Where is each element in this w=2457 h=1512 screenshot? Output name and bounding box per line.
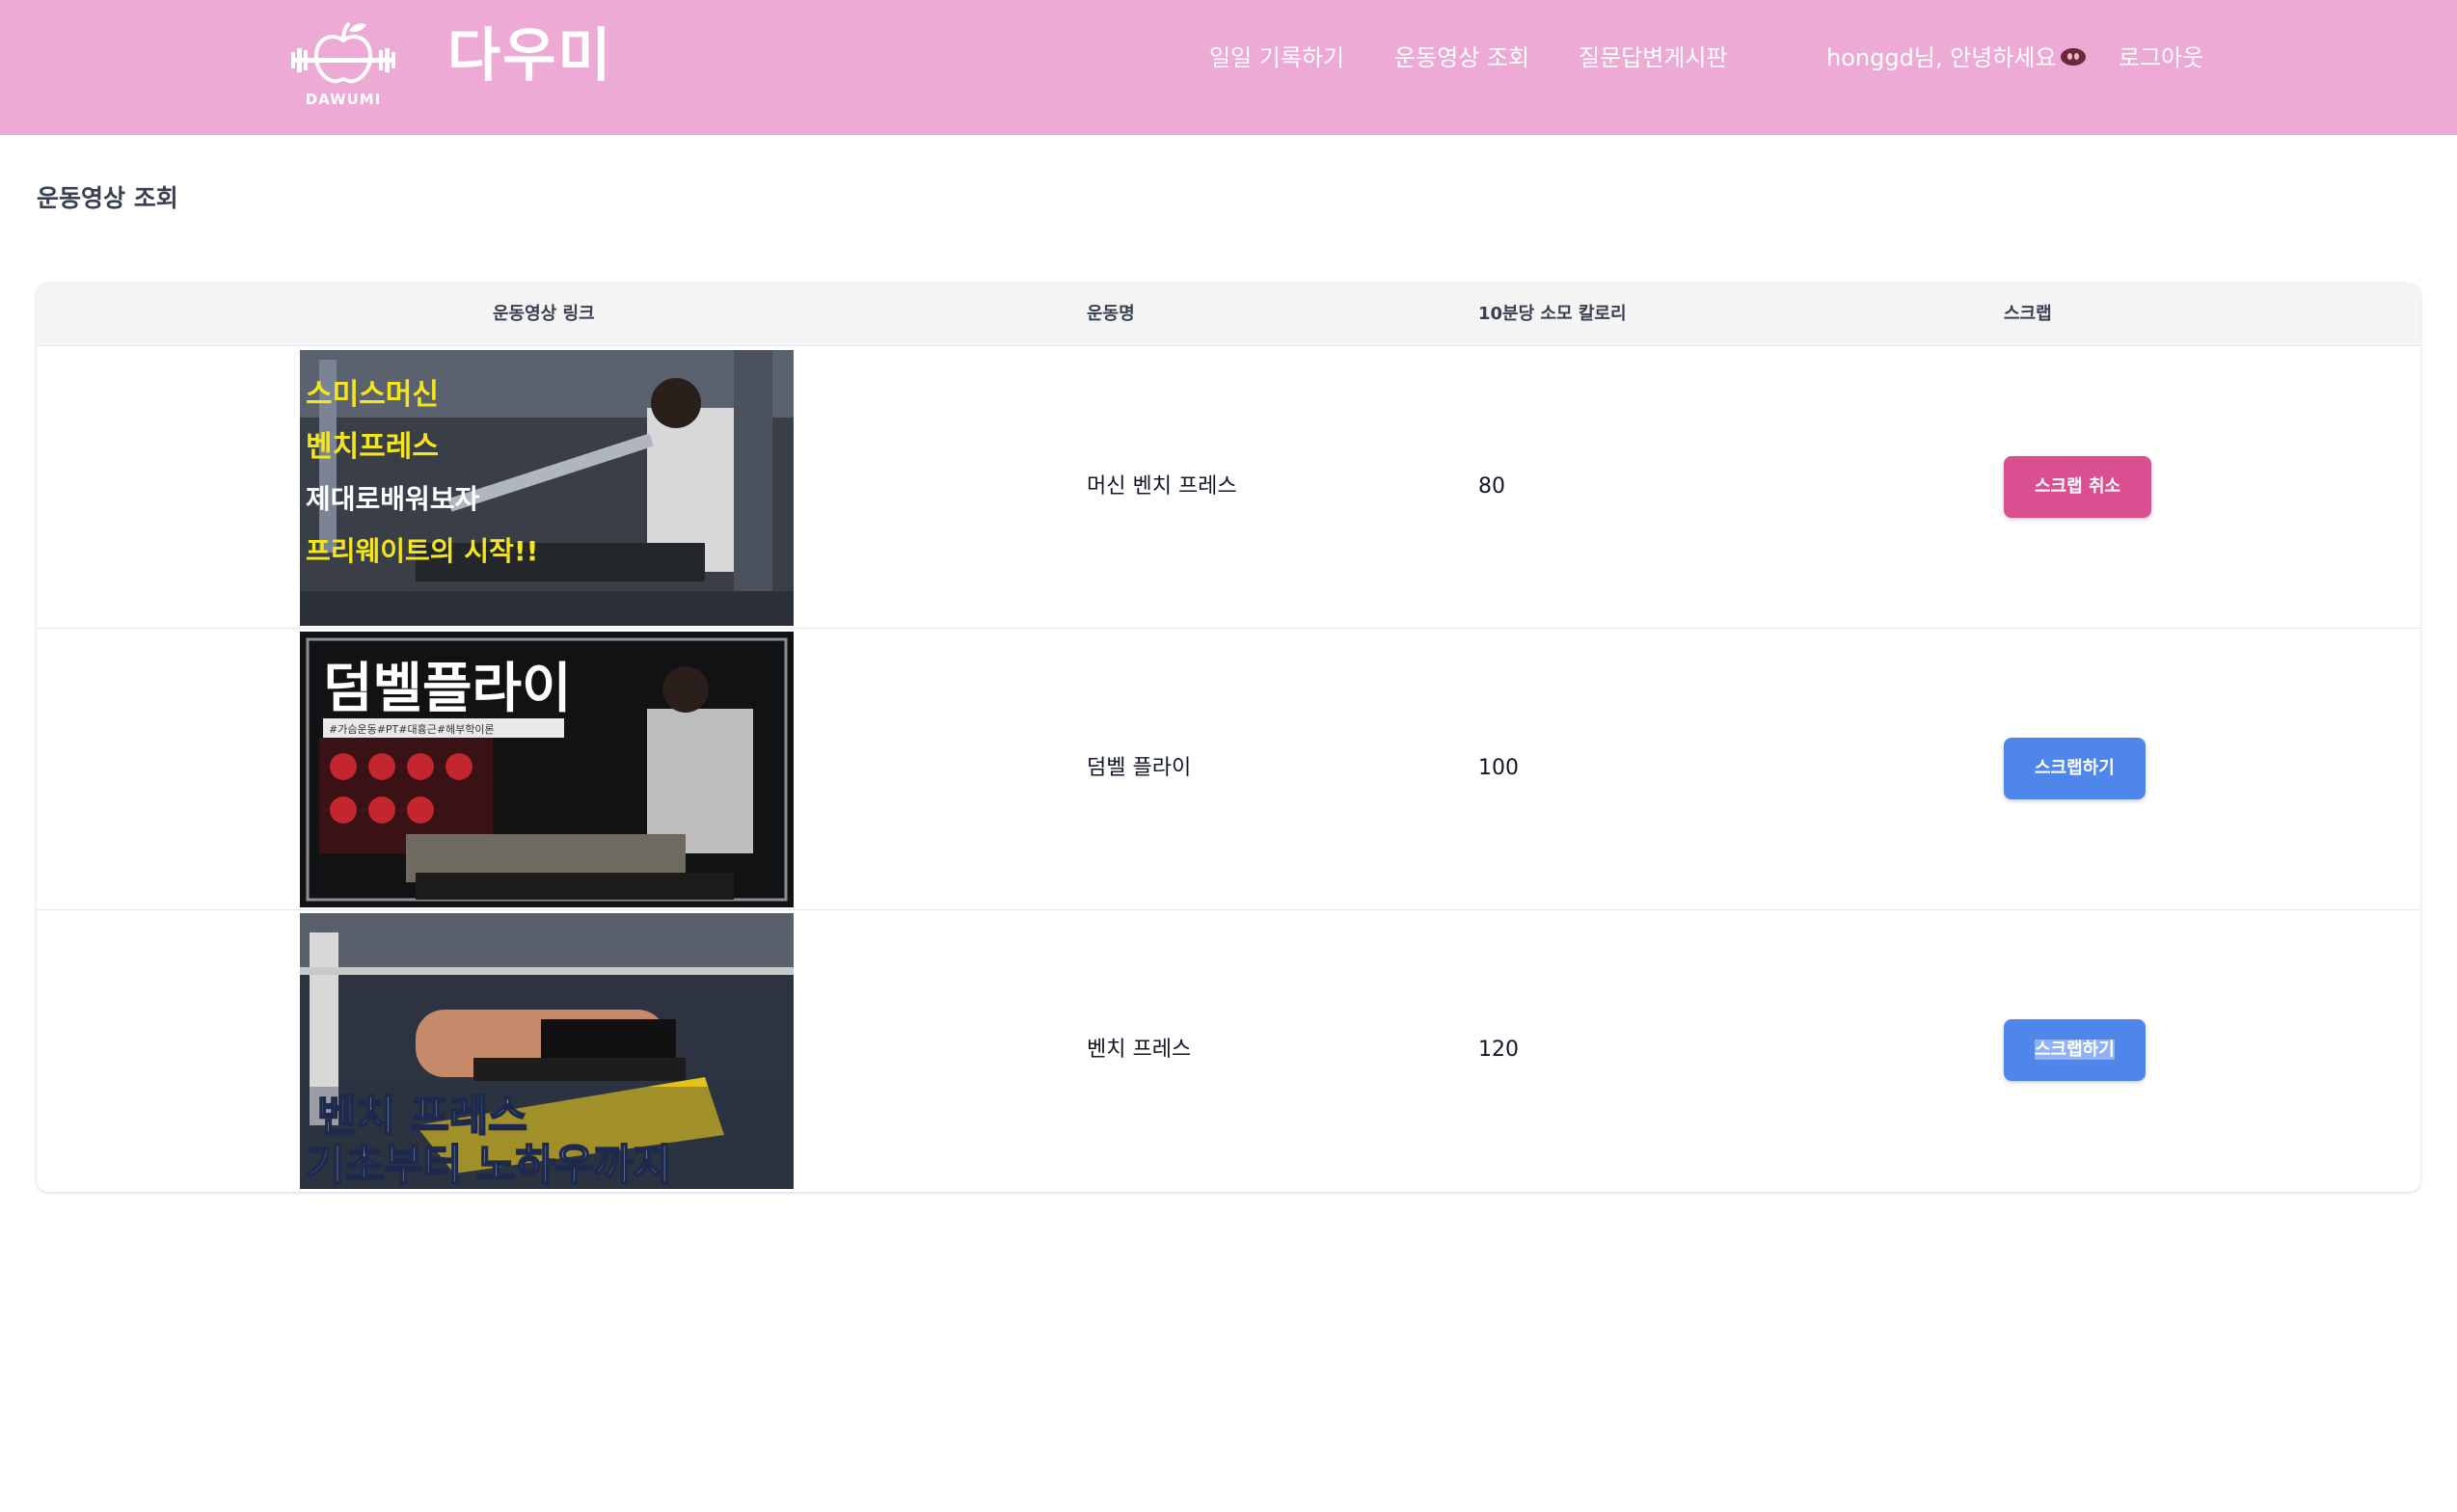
calories-value: 120	[1478, 1038, 1519, 1062]
thumbnail-line: 벤치프레스	[306, 430, 439, 464]
column-scrap: 스크랩	[2004, 304, 2052, 324]
calories-value: 100	[1478, 756, 1519, 780]
exercise-name: 머신 벤치 프레스	[1087, 474, 1237, 499]
column-calories: 10분당 소모 칼로리	[1478, 304, 1627, 324]
video-thumbnail-image: 벤치 프레스 기초부터 노하우까지	[300, 913, 794, 1189]
user-greeting: honggd님, 안녕하세요	[1826, 39, 2086, 77]
top-navbar: DAWUMI 다우미 일일 기록하기 운동영상 조회 질문답변게시판 hongg…	[0, 0, 2457, 135]
thumbnail-line: 벤치 프레스	[317, 1092, 527, 1141]
video-thumbnail-link[interactable]: 스미스머신 벤치프레스 제대로배워보자 프리웨이트의 시작!!	[300, 350, 794, 626]
table-row: 벤치 프레스 기초부터 노하우까지 벤치 프레스 120 스크랩하기	[37, 909, 2420, 1191]
video-thumbnail-image: 덤벨플라이 #가슴운동#PT#대흉근#헤부학이론	[300, 632, 794, 907]
nav-video-browse[interactable]: 운동영상 조회	[1394, 39, 1529, 77]
thumbnail-line: 프리웨이트의 시작!!	[306, 535, 538, 567]
table-row: 덤벨플라이 #가슴운동#PT#대흉근#헤부학이론 덤벨 플라이 100 스크랩하…	[37, 628, 2420, 910]
dawumi-logo[interactable]: DAWUMI	[289, 19, 397, 108]
exercise-name: 덤벨 플라이	[1087, 756, 1192, 780]
scrap-cancel-button[interactable]: 스크랩 취소	[2004, 456, 2152, 518]
brand-title[interactable]: 다우미	[447, 19, 613, 93]
scrap-button[interactable]: 스크랩하기	[2004, 1019, 2146, 1081]
table-header: 운동영상 링크 운동명 10분당 소모 칼로리 스크랩	[37, 284, 2420, 346]
pig-nose-icon	[2060, 48, 2086, 66]
video-thumbnail-link[interactable]: 벤치 프레스 기초부터 노하우까지	[300, 913, 794, 1189]
scrap-button-label: 스크랩하기	[2035, 1040, 2115, 1060]
nav-daily-log[interactable]: 일일 기록하기	[1209, 39, 1344, 77]
nav-qna-board[interactable]: 질문답변게시판	[1579, 39, 1728, 77]
greeting-text: honggd님, 안녕하세요	[1826, 44, 2057, 71]
thumbnail-line: 덤벨플라이	[323, 658, 572, 720]
scrap-button[interactable]: 스크랩하기	[2004, 738, 2146, 799]
table-row: 스미스머신 벤치프레스 제대로배워보자 프리웨이트의 시작!! 머신 벤치 프레…	[37, 346, 2420, 629]
thumbnail-line: 스미스머신	[306, 378, 439, 412]
thumbnail-line: #가슴운동#PT#대흉근#헤부학이론	[329, 722, 495, 736]
column-exercise-name: 운동명	[1087, 304, 1135, 324]
thumbnail-line: 제대로배워보자	[306, 483, 480, 515]
video-thumbnail-link[interactable]: 덤벨플라이 #가슴운동#PT#대흉근#헤부학이론	[300, 632, 794, 907]
video-thumbnail-image: 스미스머신 벤치프레스 제대로배워보자 프리웨이트의 시작!!	[300, 350, 794, 626]
column-video-link: 운동영상 링크	[493, 304, 595, 324]
apple-barbell-icon	[291, 21, 395, 84]
logo-caption: DAWUMI	[305, 91, 382, 108]
exercise-name: 벤치 프레스	[1087, 1038, 1192, 1062]
calories-value: 80	[1478, 474, 1505, 499]
nav-logout[interactable]: 로그아웃	[2119, 39, 2203, 77]
video-table: 운동영상 링크 운동명 10분당 소모 칼로리 스크랩 스미스머신 벤치프레스 …	[37, 284, 2420, 1192]
page-title: 운동영상 조회	[37, 184, 178, 212]
thumbnail-line: 기초부터 노하우까지	[306, 1141, 672, 1189]
